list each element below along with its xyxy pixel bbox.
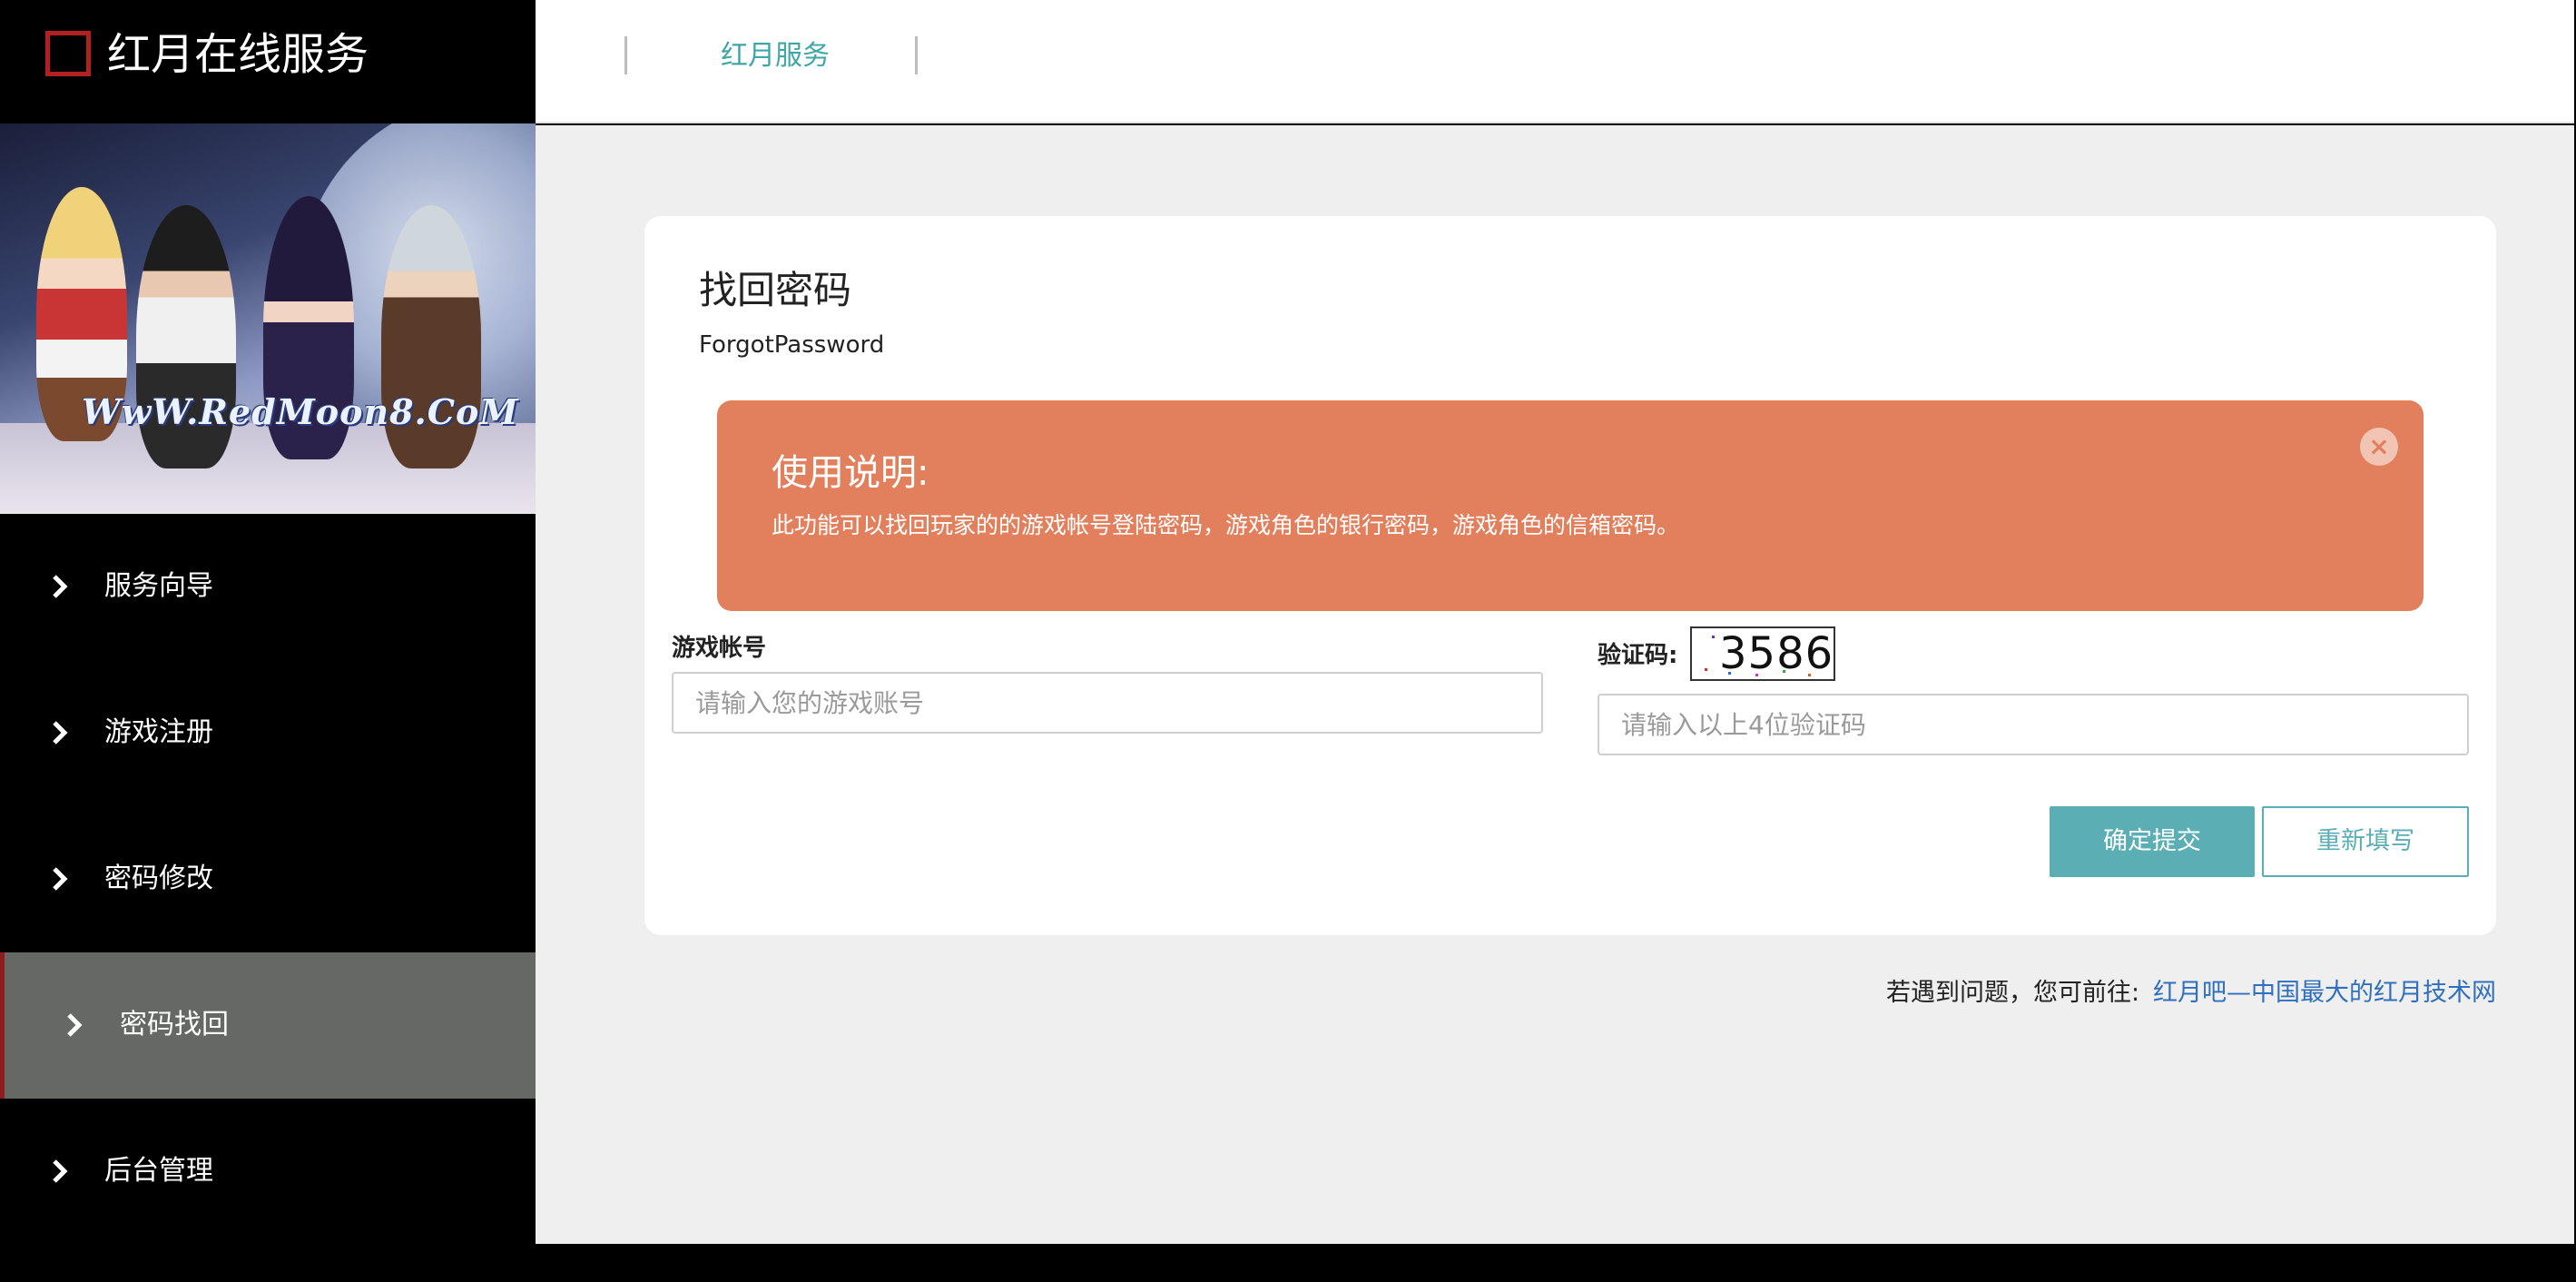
- sidebar-item-label: 服务向导: [104, 570, 213, 602]
- page-subtitle: ForgotPassword: [699, 331, 885, 359]
- reset-button[interactable]: 重新填写: [2262, 806, 2469, 877]
- bottom-strip: [0, 1244, 2576, 1282]
- sidebar-nav: 服务向导 游戏注册 密码修改 密码找回 后台管理: [0, 514, 536, 1245]
- sidebar-item-label: 密码修改: [104, 863, 213, 894]
- sidebar-item-change-password[interactable]: 密码修改: [0, 806, 536, 952]
- sidebar-item-game-register[interactable]: 游戏注册: [0, 660, 536, 806]
- account-label: 游戏帐号: [672, 635, 767, 662]
- sidebar-item-admin[interactable]: 后台管理: [0, 1099, 536, 1245]
- alert-heading: 使用说明:: [772, 452, 929, 494]
- submit-button[interactable]: 确定提交: [2050, 806, 2255, 877]
- forgot-password-card: 找回密码 ForgotPassword 使用说明: 此功能可以找回玩家的的游戏帐…: [644, 216, 2496, 935]
- sidebar-item-label: 密码找回: [120, 1009, 229, 1040]
- sidebar: 红月在线服务 WwW.RedMoon8.CoM 服务向导 游戏注册 密码修改 密…: [0, 0, 536, 1282]
- app-title: 红月在线服务: [107, 29, 369, 80]
- help-forum-link[interactable]: 红月吧—中国最大的红月技术网: [2153, 975, 2496, 1011]
- captcha-noise: [1783, 670, 1785, 673]
- banner-watermark: WwW.RedMoon8.CoM: [82, 391, 519, 432]
- captcha-noise: [1705, 668, 1707, 671]
- sidebar-item-label: 游戏注册: [104, 716, 213, 748]
- tab-red-moon-service[interactable]: 红月服务: [721, 36, 830, 76]
- chevron-right-icon: [53, 867, 68, 891]
- captcha-image[interactable]: 3586: [1690, 626, 1835, 681]
- brand-header: 红月在线服务: [0, 0, 536, 123]
- chevron-right-icon: [53, 1159, 68, 1183]
- captcha-noise: [1755, 674, 1758, 676]
- game-banner-image: WwW.RedMoon8.CoM: [0, 123, 536, 514]
- logo-square-icon: [45, 31, 91, 76]
- captcha-noise: [1712, 636, 1715, 638]
- captcha-code: 3586: [1719, 628, 1834, 679]
- chevron-right-icon: [53, 721, 68, 745]
- active-indicator: [0, 952, 5, 1099]
- close-icon[interactable]: ×: [2360, 428, 2398, 466]
- page-title: 找回密码: [699, 268, 852, 312]
- captcha-noise: [1808, 674, 1811, 676]
- main-content: 找回密码 ForgotPassword 使用说明: 此功能可以找回玩家的的游戏帐…: [536, 125, 2574, 1244]
- help-note: 若遇到问题，您可前往:: [1886, 979, 2140, 1007]
- chevron-right-icon: [67, 1013, 83, 1037]
- top-bar: 红月服务: [536, 0, 2576, 123]
- divider: [624, 36, 627, 74]
- captcha-noise: [1728, 672, 1731, 675]
- sidebar-item-recover-password[interactable]: 密码找回: [0, 952, 536, 1099]
- account-input[interactable]: [672, 672, 1543, 734]
- sidebar-item-service-guide[interactable]: 服务向导: [0, 514, 536, 660]
- sidebar-item-label: 后台管理: [104, 1155, 213, 1187]
- instructions-alert: 使用说明: 此功能可以找回玩家的的游戏帐号登陆密码，游戏角色的银行密码，游戏角色…: [717, 400, 2424, 611]
- alert-text: 此功能可以找回玩家的的游戏帐号登陆密码，游戏角色的银行密码，游戏角色的信箱密码。: [772, 512, 1680, 538]
- captcha-label: 验证码:: [1598, 642, 1678, 669]
- divider: [915, 36, 918, 74]
- chevron-right-icon: [53, 575, 68, 598]
- captcha-input[interactable]: [1598, 694, 2469, 755]
